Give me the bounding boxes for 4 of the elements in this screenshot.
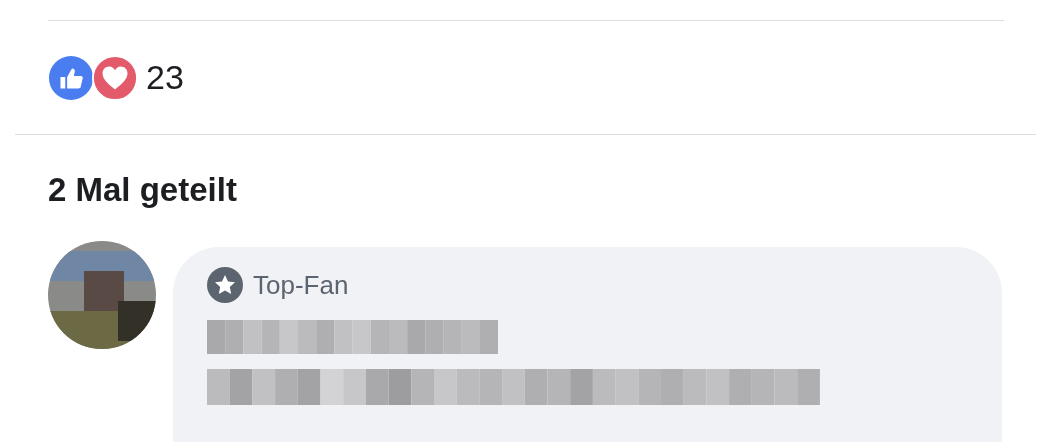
reaction-count[interactable]: 23 [146,58,184,97]
like-icon [48,54,94,101]
share-count[interactable]: 2 Mal geteilt [0,135,1046,227]
badge-label: Top-Fan [253,269,349,301]
